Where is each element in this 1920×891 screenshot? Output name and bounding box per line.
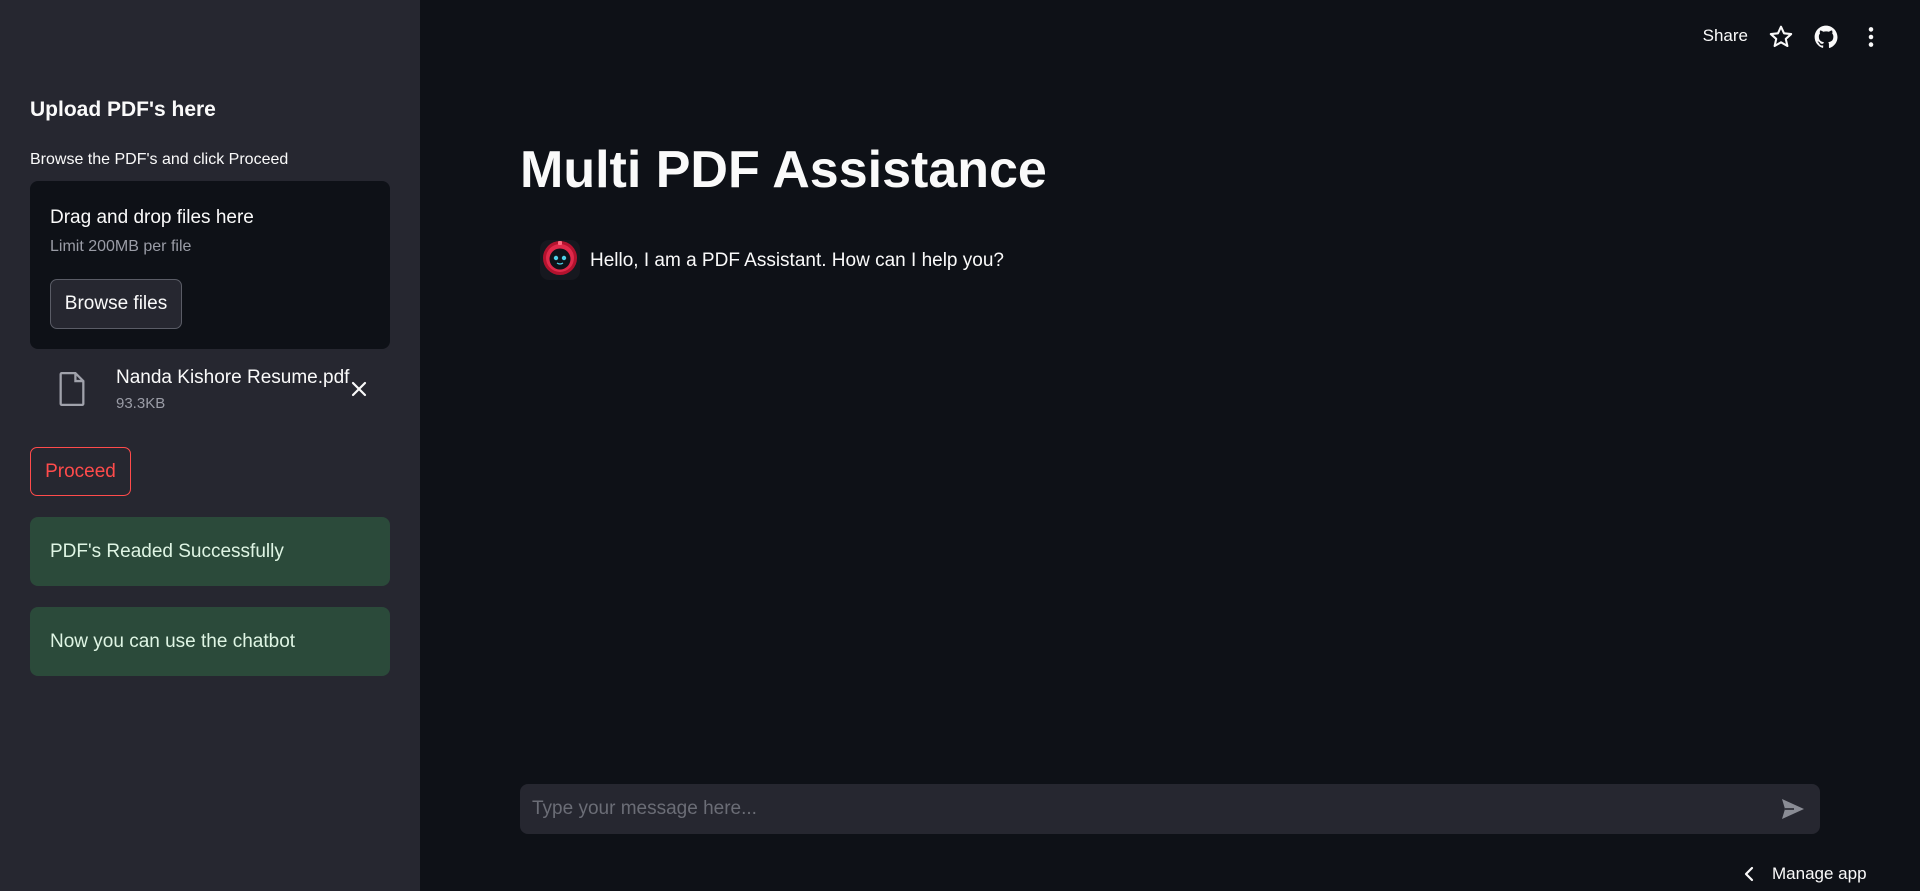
- share-button[interactable]: Share: [1703, 26, 1748, 46]
- uploaded-file-item: Nanda Kishore Resume.pdf 93.3KB: [30, 360, 390, 420]
- file-size: 93.3KB: [116, 395, 166, 412]
- chat-input-container: [520, 784, 1820, 834]
- chevron-left-icon: [1744, 866, 1754, 882]
- star-icon[interactable]: [1768, 24, 1794, 50]
- chat-input[interactable]: [520, 784, 1760, 834]
- chat-message-text: Hello, I am a PDF Assistant. How can I h…: [590, 250, 1004, 271]
- success-alert-chatbot: Now you can use the chatbot: [30, 607, 390, 676]
- more-vertical-icon[interactable]: [1858, 24, 1884, 50]
- dropzone-title: Drag and drop files here: [50, 207, 254, 228]
- proceed-button[interactable]: Proceed: [30, 447, 131, 496]
- page-title: Multi PDF Assistance: [520, 141, 1047, 199]
- send-icon[interactable]: [1780, 797, 1806, 821]
- manage-app-label: Manage app: [1772, 864, 1867, 883]
- success-alert-read: PDF's Readed Successfully: [30, 517, 390, 586]
- header-toolbar: Share: [1620, 0, 1920, 72]
- sidebar: Upload PDF's here Browse the PDF's and c…: [0, 0, 420, 891]
- robot-avatar: [540, 240, 580, 280]
- chat-message-assistant: Hello, I am a PDF Assistant. How can I h…: [538, 238, 1238, 284]
- browse-files-button[interactable]: Browse files: [50, 279, 182, 329]
- file-icon: [59, 372, 85, 406]
- github-icon[interactable]: [1813, 24, 1839, 50]
- sidebar-title: Upload PDF's here: [30, 98, 216, 121]
- file-name: Nanda Kishore Resume.pdf: [116, 367, 350, 388]
- dropzone-limit: Limit 200MB per file: [50, 238, 192, 255]
- close-icon[interactable]: [348, 378, 370, 400]
- app-root: Upload PDF's here Browse the PDF's and c…: [0, 0, 1920, 891]
- file-dropzone[interactable]: Drag and drop files here Limit 200MB per…: [30, 181, 390, 349]
- manage-app-button[interactable]: Manage app: [1742, 862, 1892, 886]
- sidebar-subtitle: Browse the PDF's and click Proceed: [30, 151, 289, 168]
